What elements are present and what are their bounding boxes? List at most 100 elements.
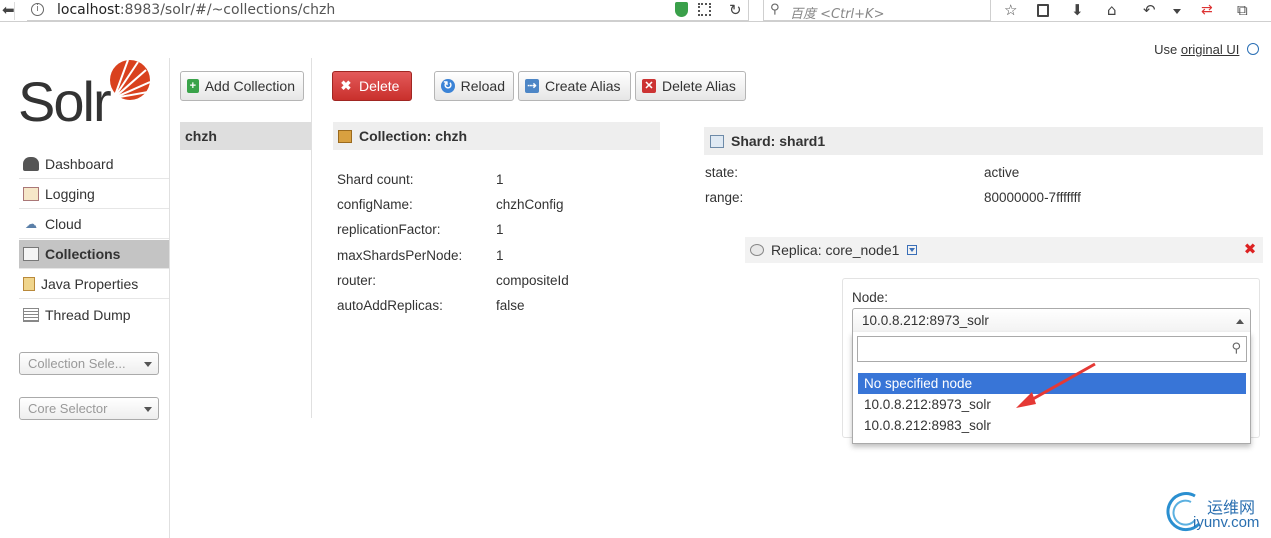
original-ui-link[interactable]: original UI: [1181, 42, 1240, 57]
collection-list-divider: [311, 58, 312, 418]
core-selector-label: Core Selector: [28, 401, 108, 416]
thread-dump-icon: [23, 307, 39, 322]
delete-alias-label: Delete Alias: [662, 78, 736, 94]
prop-key: autoAddReplicas:: [337, 298, 443, 313]
crop-icon[interactable]: ⧉: [1237, 1, 1248, 19]
node-select[interactable]: 10.0.8.212:8973_solr: [852, 308, 1251, 333]
logging-icon: [23, 187, 39, 201]
reload-icon: ↻: [441, 79, 455, 93]
prop-value: chzhConfig: [496, 197, 564, 212]
annotation-arrow: [1016, 362, 1096, 408]
prop-value: 1: [496, 248, 504, 263]
chevron-down-icon[interactable]: [907, 245, 918, 255]
shard-title: Shard: shard1: [731, 133, 826, 149]
back-icon[interactable]: ⬅: [2, 1, 15, 19]
java-icon: [23, 277, 35, 291]
chevron-down-icon[interactable]: [1173, 9, 1181, 14]
download-icon[interactable]: ⬇: [1071, 1, 1084, 19]
create-alias-button[interactable]: ⇢ Create Alias: [518, 71, 631, 101]
prop-key: maxShardsPerNode:: [337, 248, 463, 263]
replica-icon: [750, 244, 764, 256]
nav-dashboard[interactable]: Dashboard: [19, 150, 169, 179]
nav-label: Logging: [45, 186, 95, 202]
core-selector[interactable]: Core Selector: [19, 397, 159, 420]
original-ui-notice: Use original UI: [1154, 42, 1259, 57]
shard-key: range:: [705, 190, 744, 205]
replica-header[interactable]: Replica: core_node1: [745, 237, 1263, 263]
dropdown-search-input[interactable]: ⚲: [857, 336, 1247, 362]
home-icon[interactable]: ⌂: [1107, 1, 1117, 19]
prop-key: Shard count:: [337, 172, 414, 187]
shard-value: 80000000-7fffffff: [984, 190, 1081, 205]
collection-title: Collection: chzh: [359, 128, 468, 144]
delete-replica-icon[interactable]: ✖: [1243, 242, 1257, 257]
chevron-down-icon: [144, 362, 152, 367]
use-prefix: Use: [1154, 42, 1181, 57]
nav-label: Dashboard: [45, 156, 114, 172]
delete-button[interactable]: ✖ Delete: [332, 71, 412, 101]
search-icon: ⚲: [1231, 341, 1241, 356]
solr-logo-icon[interactable]: [108, 58, 150, 102]
nav-thread-dump[interactable]: Thread Dump: [19, 300, 169, 329]
shard-value: active: [984, 165, 1020, 180]
nav-cloud[interactable]: ☁ Cloud: [19, 210, 169, 239]
chevron-down-icon: [144, 407, 152, 412]
prop-key: replicationFactor:: [337, 222, 441, 237]
delete-x-icon: ✖: [340, 78, 352, 93]
delete-alias-button[interactable]: ✕ Delete Alias: [635, 71, 746, 101]
sync-icon[interactable]: ⇄: [1201, 2, 1213, 18]
prop-value: 1: [496, 172, 504, 187]
plus-icon: +: [187, 79, 199, 93]
collection-list-item[interactable]: chzh: [180, 122, 311, 150]
watermark-domain: iyunv.com: [1193, 514, 1260, 531]
reload-label: Reload: [460, 78, 505, 94]
nav-label: Thread Dump: [45, 306, 131, 323]
star-icon[interactable]: ☆: [1004, 1, 1017, 19]
nav-java-properties[interactable]: Java Properties: [19, 270, 169, 299]
info-icon[interactable]: i: [31, 3, 44, 16]
add-collection-label: Add Collection: [204, 78, 295, 94]
prop-key: router:: [337, 273, 377, 288]
collection-selector[interactable]: Collection Sele...: [19, 352, 159, 375]
replica-title: Replica: core_node1: [771, 242, 900, 258]
collection-selector-label: Collection Sele...: [28, 356, 126, 371]
collection-header: Collection: chzh: [333, 122, 660, 150]
chevron-up-icon: [1236, 319, 1244, 324]
collection-icon: [338, 129, 352, 143]
url-path: :8983/solr/#/~collections/chzh: [119, 2, 336, 18]
prop-value: 1: [496, 222, 504, 237]
undo-icon[interactable]: ↶: [1143, 1, 1156, 19]
delete-label: Delete: [359, 78, 400, 94]
create-alias-icon: ⇢: [525, 79, 539, 93]
prop-value: false: [496, 298, 525, 313]
browser-search[interactable]: ⚲ 百度 <Ctrl+K>: [763, 0, 991, 22]
nav-logging[interactable]: Logging: [19, 180, 169, 209]
prop-key: configName:: [337, 197, 413, 212]
shard-header: Shard: shard1: [704, 127, 1263, 155]
reading-list-icon[interactable]: [1037, 4, 1049, 17]
qr-code-icon[interactable]: [698, 3, 711, 16]
add-collection-button[interactable]: + Add Collection: [180, 71, 304, 101]
reload-button[interactable]: ↻ Reload: [434, 71, 514, 101]
help-icon[interactable]: [1247, 43, 1259, 55]
nav-label: Collections: [45, 246, 121, 262]
create-alias-label: Create Alias: [545, 78, 621, 94]
dropdown-option[interactable]: 10.0.8.212:8983_solr: [858, 415, 1246, 436]
browser-toolbar: ⬅ i localhost:8983/solr/#/~collections/c…: [0, 0, 1271, 22]
solr-logo-text[interactable]: Solr: [18, 74, 112, 130]
nav-collections[interactable]: Collections: [19, 240, 169, 269]
node-label: Node:: [852, 290, 889, 305]
shard-icon: [710, 134, 724, 148]
node-selected-value: 10.0.8.212:8973_solr: [862, 313, 989, 328]
nav-label: Java Properties: [41, 276, 139, 292]
search-icon: ⚲: [770, 2, 780, 17]
delete-alias-icon: ✕: [642, 79, 656, 93]
cloud-icon: ☁: [25, 217, 37, 231]
shard-key: state:: [705, 165, 739, 180]
shield-icon[interactable]: [675, 2, 688, 17]
search-placeholder: 百度 <Ctrl+K>: [790, 7, 885, 22]
address-bar[interactable]: i localhost:8983/solr/#/~collections/chz…: [27, 0, 749, 21]
refresh-icon[interactable]: ↻: [729, 1, 742, 19]
collection-name: chzh: [185, 128, 217, 144]
url-text[interactable]: localhost:8983/solr/#/~collections/chzh: [57, 2, 335, 18]
